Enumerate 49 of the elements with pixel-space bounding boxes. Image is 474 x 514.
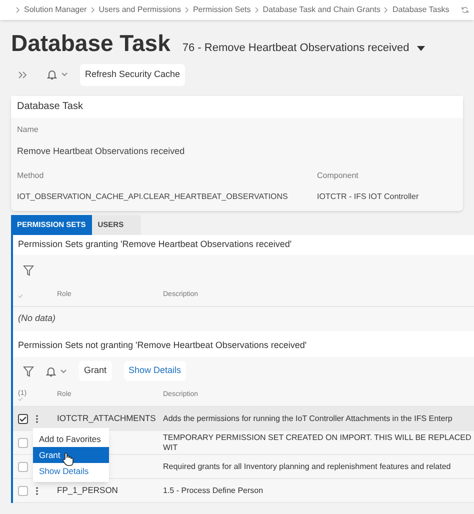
row-checkbox[interactable] bbox=[18, 438, 28, 448]
table-cell-text: IOTCTR_ATTACHMENTS bbox=[56, 412, 157, 425]
chevron-down-icon[interactable] bbox=[60, 368, 67, 374]
check-all-icon[interactable] bbox=[18, 397, 23, 401]
table-cell-text: TEMPORARY PERMISSION SET CREATED ON IMPORT. THIS WILL BE REPLACED WIT bbox=[163, 432, 472, 452]
menu-item[interactable]: Show Details bbox=[33, 463, 109, 479]
field-label: Method bbox=[17, 170, 45, 182]
refresh-cache-button[interactable]: Refresh Security Cache bbox=[80, 64, 186, 86]
bell-icon[interactable] bbox=[46, 366, 56, 376]
refresh-icon[interactable] bbox=[461, 6, 470, 14]
breadcrumb-link[interactable]: Users and Permissions bbox=[98, 4, 181, 16]
filter-icon[interactable] bbox=[23, 366, 34, 376]
chevron-icon bbox=[90, 7, 95, 13]
chevron-icon bbox=[184, 7, 189, 13]
breadcrumb-link[interactable]: Solution Manager bbox=[24, 4, 87, 16]
row-checkbox[interactable] bbox=[18, 414, 28, 424]
field-label: Name bbox=[17, 124, 40, 136]
field-value: IOTCTR - IFS IOT Controller bbox=[317, 191, 419, 203]
bell-icon[interactable] bbox=[47, 69, 57, 80]
expand-icon[interactable] bbox=[18, 70, 27, 78]
row-checkbox[interactable] bbox=[18, 486, 28, 496]
chevron-down-icon[interactable] bbox=[61, 72, 68, 77]
table-cell-text: Required grants for all Inventory planning and replenishment features and related bbox=[163, 462, 452, 472]
breadcrumb-link[interactable]: Database Tasks bbox=[392, 4, 450, 16]
check-all-icon[interactable] bbox=[18, 294, 23, 298]
section-title: Permission Sets granting 'Remove Heartbeat Observations received' bbox=[17, 238, 293, 252]
chevron-icon bbox=[384, 7, 388, 13]
table-cell-text: FP_1_PERSON bbox=[56, 484, 119, 497]
breadcrumb-link[interactable]: Database Task and Chain Grants bbox=[262, 4, 380, 16]
caret-icon bbox=[417, 46, 426, 51]
grant-button[interactable]: Grant bbox=[79, 361, 112, 381]
filter-icon[interactable] bbox=[23, 264, 34, 276]
hand-cursor-icon bbox=[62, 452, 74, 466]
card-title: Database Task bbox=[11, 96, 463, 118]
page-title: Database Task bbox=[11, 32, 170, 55]
chevron-icon bbox=[16, 7, 20, 13]
row-checkbox[interactable] bbox=[18, 462, 28, 472]
record-selector[interactable]: 76 - Remove Heartbeat Observations received bbox=[182, 40, 426, 56]
empty-message: (No data) bbox=[17, 312, 57, 326]
table-cell-text: Adds the permissions for running the IoT Controller Attachments in the IFS Enterp bbox=[163, 414, 454, 424]
field-value: Remove Heartbeat Observations received bbox=[17, 144, 186, 158]
show-details-button[interactable]: Show Details bbox=[124, 361, 186, 381]
menu-item[interactable]: Add to Favorites bbox=[33, 431, 109, 447]
breadcrumb-link[interactable]: Permission Sets bbox=[192, 4, 251, 16]
field-value: IOT_OBSERVATION_CACHE_API.CLEAR_HEARTBEAT_OBSERVATIONS bbox=[17, 191, 288, 203]
table-cell-text: 1.5 - Process Define Person bbox=[163, 486, 264, 496]
menu-item[interactable]: Grant bbox=[33, 447, 109, 463]
field-label: Component bbox=[317, 170, 360, 182]
chevron-icon bbox=[254, 7, 259, 13]
